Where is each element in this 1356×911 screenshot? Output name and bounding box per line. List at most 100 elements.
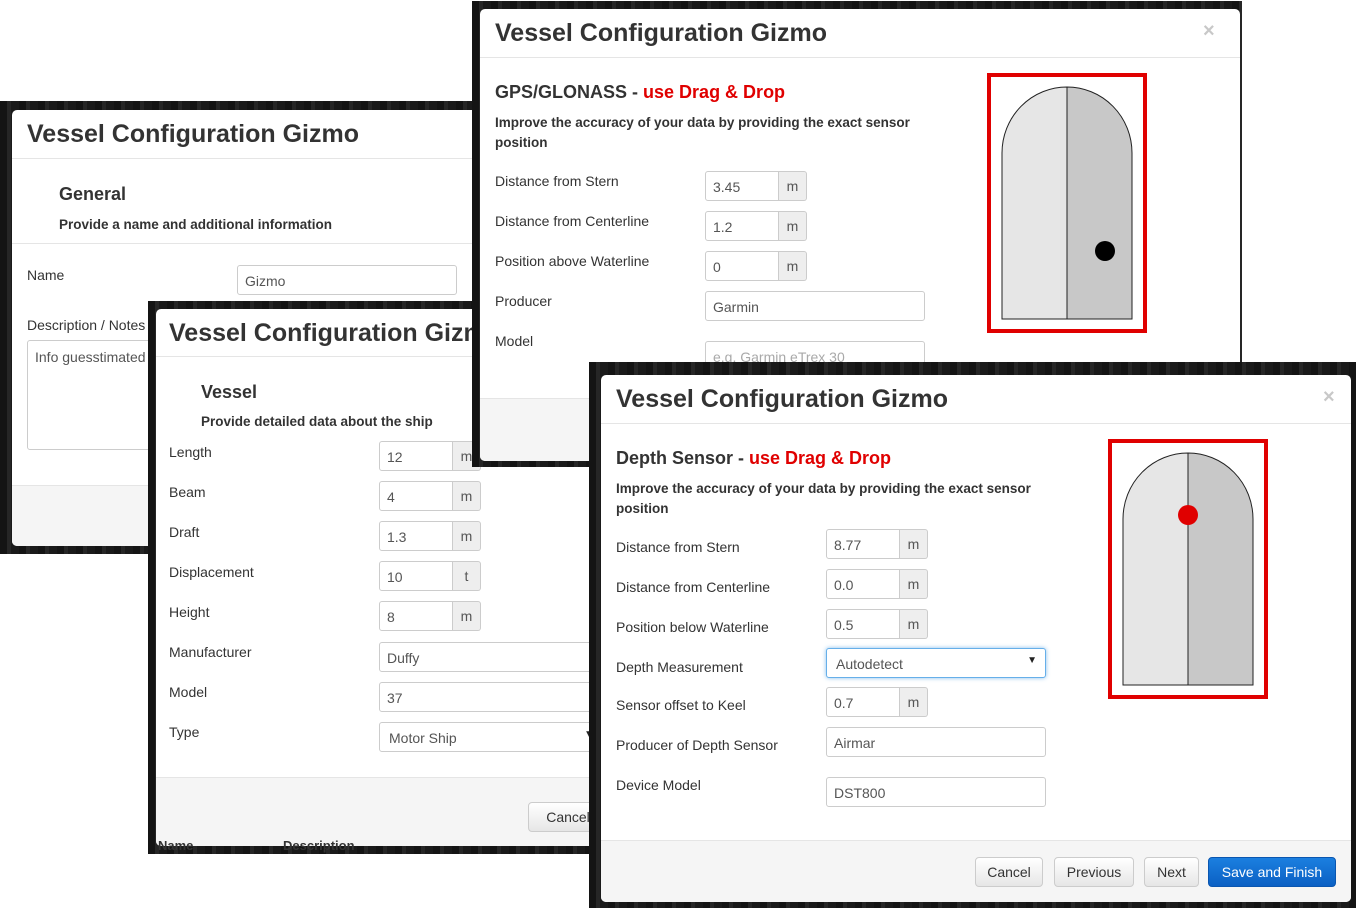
producer-label: Producer	[495, 293, 552, 309]
manufacturer-label: Manufacturer	[169, 644, 252, 660]
distance-from-centerline-unit: m	[779, 211, 807, 241]
distance-from-stern-label: Distance from Stern	[616, 539, 740, 555]
screenshot-depth: Vessel Configuration Gizmo × Depth Senso…	[589, 362, 1356, 908]
type-select-value: Motor Ship	[389, 730, 457, 746]
beam-unit: m	[453, 481, 481, 511]
close-icon[interactable]: ×	[1323, 386, 1335, 409]
position-above-waterline-label: Position above Waterline	[495, 253, 650, 269]
distance-from-stern-group: 3.45 m	[705, 171, 807, 201]
displacement-input-group: 10 t	[379, 561, 481, 591]
hull-diagram[interactable]	[987, 73, 1147, 333]
sensor-offset-label: Sensor offset to Keel	[616, 697, 746, 713]
draft-label: Draft	[169, 524, 200, 540]
sensor-offset-group: 0.7 m	[826, 687, 928, 717]
section-heading: Vessel	[201, 382, 258, 402]
name-label: Name	[27, 267, 65, 283]
position-above-waterline-input[interactable]: 0	[705, 251, 779, 281]
modal-header-divider	[12, 158, 480, 159]
background-column-name: Name	[158, 838, 194, 853]
model-input[interactable]: 37	[379, 682, 590, 712]
length-input-group: 12 m	[379, 441, 481, 471]
section-subheading: Provide detailed data about the ship	[201, 414, 433, 429]
depth-measurement-select[interactable]: Autodetect ▼	[826, 648, 1046, 678]
notes-label: Description / Notes	[27, 317, 146, 333]
modal-title: Vessel Configuration Gizmo	[169, 319, 501, 347]
modal-depth: Vessel Configuration Gizmo × Depth Senso…	[601, 375, 1351, 902]
beam-input-group: 4 m	[379, 481, 481, 511]
sensor-offset-unit: m	[900, 687, 928, 717]
section-divider	[12, 243, 480, 244]
distance-from-stern-input[interactable]: 8.77	[826, 529, 900, 559]
section-heading: GPS/GLONASS - use Drag & Drop	[495, 82, 785, 103]
position-below-waterline-unit: m	[900, 609, 928, 639]
depth-measurement-label: Depth Measurement	[616, 659, 743, 675]
producer-input[interactable]: Airmar	[826, 727, 1046, 757]
next-button[interactable]: Next	[1144, 857, 1199, 887]
length-label: Length	[169, 444, 212, 460]
height-input-group: 8 m	[379, 601, 481, 631]
modal-title: Vessel Configuration Gizmo	[27, 120, 359, 148]
displacement-label: Displacement	[169, 564, 254, 580]
length-input[interactable]: 12	[379, 441, 453, 471]
device-model-input[interactable]: DST800	[826, 777, 1046, 807]
sensor-offset-input[interactable]: 0.7	[826, 687, 900, 717]
distance-from-stern-label: Distance from Stern	[495, 173, 619, 189]
device-model-label: Device Model	[616, 777, 701, 793]
section-subheading: Improve the accuracy of your data by pro…	[616, 481, 1031, 516]
section-subheading: Provide a name and additional informatio…	[59, 217, 333, 232]
hull-diagram[interactable]	[1108, 439, 1268, 699]
height-input[interactable]: 8	[379, 601, 453, 631]
hull-right-half	[1066, 86, 1133, 320]
manufacturer-input[interactable]: Duffy	[379, 642, 590, 672]
draft-input-group: 1.3 m	[379, 521, 481, 551]
section-heading: General	[59, 184, 127, 204]
position-below-waterline-label: Position below Waterline	[616, 619, 769, 635]
cancel-button[interactable]: Cancel	[975, 857, 1043, 887]
save-and-finish-button[interactable]: Save and Finish	[1208, 857, 1336, 887]
modal-header-divider	[601, 423, 1351, 424]
section-heading-text: GPS/GLONASS -	[495, 82, 644, 102]
drag-drop-hint: use Drag & Drop	[643, 82, 786, 102]
close-icon[interactable]: ×	[1203, 20, 1215, 43]
previous-button[interactable]: Previous	[1054, 857, 1134, 887]
hull-left-half	[1122, 452, 1189, 686]
position-below-waterline-input[interactable]: 0.5	[826, 609, 900, 639]
distance-from-stern-unit: m	[900, 529, 928, 559]
producer-label: Producer of Depth Sensor	[616, 737, 778, 753]
model-label: Model	[495, 333, 534, 349]
section-heading: Depth Sensor - use Drag & Drop	[616, 448, 891, 469]
beam-input[interactable]: 4	[379, 481, 453, 511]
draft-unit: m	[453, 521, 481, 551]
modal-title: Vessel Configuration Gizmo	[616, 385, 948, 413]
distance-from-centerline-unit: m	[900, 569, 928, 599]
depth-measurement-value: Autodetect	[836, 656, 903, 672]
distance-from-stern-group: 8.77 m	[826, 529, 928, 559]
distance-from-stern-unit: m	[779, 171, 807, 201]
section-subheading: Improve the accuracy of your data by pro…	[495, 115, 910, 150]
distance-from-centerline-label: Distance from Centerline	[495, 213, 650, 229]
cancel-button[interactable]: Cancel	[528, 802, 590, 832]
height-unit: m	[453, 601, 481, 631]
distance-from-stern-input[interactable]: 3.45	[705, 171, 779, 201]
displacement-input[interactable]: 10	[379, 561, 453, 591]
model-label: Model	[169, 684, 208, 700]
draft-input[interactable]: 1.3	[379, 521, 453, 551]
chevron-down-icon: ▼	[1027, 655, 1037, 666]
drag-drop-hint: use Drag & Drop	[749, 448, 892, 468]
producer-input[interactable]: Garmin	[705, 291, 925, 321]
type-select[interactable]: Motor Ship ▼	[379, 722, 590, 752]
position-below-waterline-group: 0.5 m	[826, 609, 928, 639]
depth-sensor-marker[interactable]	[1178, 505, 1198, 525]
section-heading-text: Depth Sensor -	[616, 448, 750, 468]
distance-from-centerline-label: Distance from Centerline	[616, 579, 771, 595]
position-above-waterline-unit: m	[779, 251, 807, 281]
gps-sensor-marker[interactable]	[1095, 241, 1115, 261]
name-input[interactable]: Gizmo	[237, 265, 457, 295]
height-label: Height	[169, 604, 210, 620]
position-above-waterline-group: 0 m	[705, 251, 807, 281]
type-label: Type	[169, 724, 200, 740]
modal-footer	[156, 777, 590, 846]
distance-from-centerline-input[interactable]: 1.2	[705, 211, 779, 241]
modal-header-divider	[480, 57, 1240, 58]
distance-from-centerline-input[interactable]: 0.0	[826, 569, 900, 599]
